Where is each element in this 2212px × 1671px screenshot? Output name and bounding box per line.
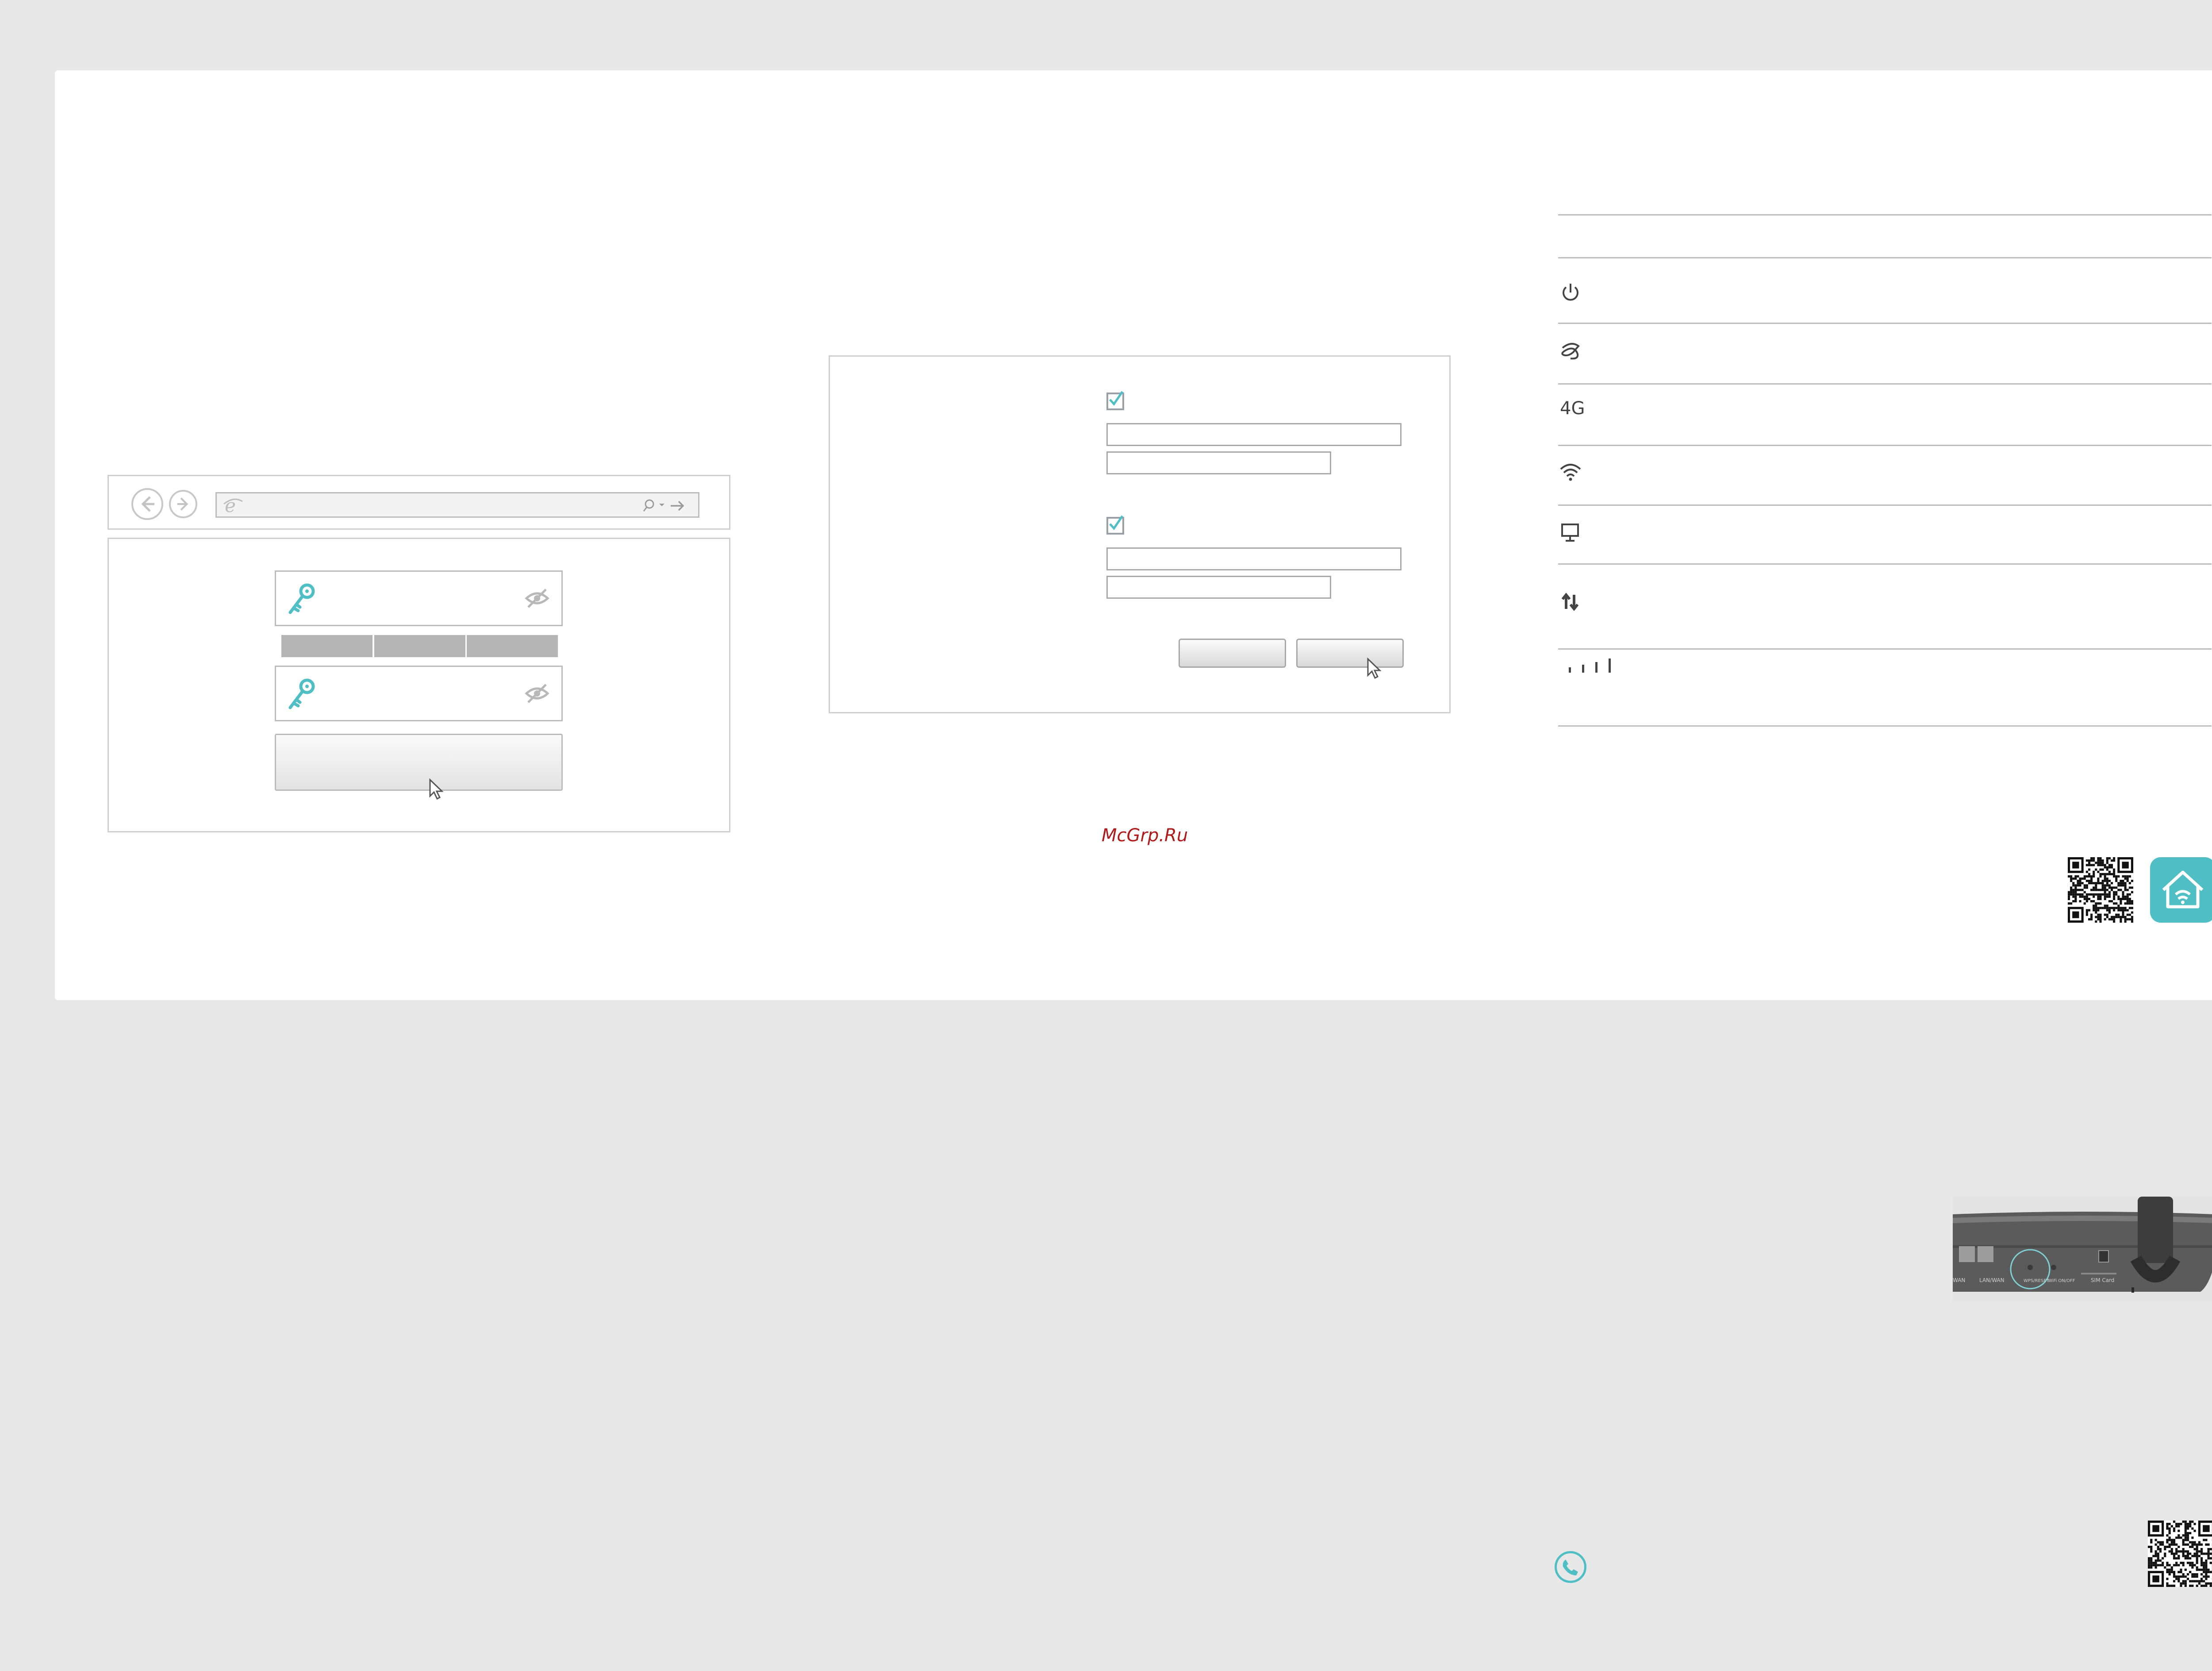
dropdown-icon[interactable] [658,501,665,508]
key-icon [288,678,315,709]
strength-bar-low [281,635,373,657]
hide-password-icon[interactable] [524,587,550,610]
mouse-cursor-icon [1367,658,1382,679]
strength-bar-high [467,635,558,657]
led-row-divider [1558,323,2212,324]
submit-button[interactable] [275,734,563,800]
confirm-password-field[interactable] [275,666,563,721]
led-table-bottom-line [1558,725,2212,727]
cancel-button[interactable] [1179,639,1286,668]
strength-bar-medium [374,635,465,657]
forward-button[interactable] [169,490,197,518]
check-icon [1109,391,1123,406]
svg-text:WiFi ON/OFF: WiFi ON/OFF [2048,1278,2075,1283]
password-2g-input[interactable] [1106,451,1331,474]
led-row-divider [1558,504,2212,506]
forward-arrow-icon [177,497,188,511]
power-icon [1563,284,1578,301]
svg-text:WPS/RESET: WPS/RESET [2024,1278,2050,1283]
mouse-cursor-icon [429,778,444,800]
go-arrow-icon[interactable] [669,498,686,514]
signal-icon [1569,658,1611,673]
phone-handset-icon [1563,1559,1578,1575]
save-button[interactable] [1296,639,1404,679]
hide-password-icon[interactable] [524,682,550,705]
home-wifi-icon [2162,870,2204,909]
tether-app-icon[interactable] [2150,857,2212,923]
led-row-divider [1558,563,2212,565]
led-row-divider [1558,445,2212,446]
ssid-5g-input[interactable] [1106,547,1402,570]
watermark-text: McGrp.Ru [1102,825,1188,846]
led-table-header-line [1558,257,2212,258]
password-5g-input[interactable] [1106,576,1331,599]
svg-text:WAN: WAN [1953,1277,1965,1283]
back-button[interactable] [131,488,163,520]
led-row-divider [1558,383,2212,385]
key-icon [288,583,315,614]
band-5g-checkbox[interactable] [1106,515,1124,535]
qr-code-image [2148,1521,2212,1587]
led-row-divider [1558,648,2212,650]
band-2g-checkbox[interactable] [1106,391,1124,410]
search-icon[interactable] [641,498,657,514]
led-table-top-line [1558,214,2212,216]
ssid-2g-input[interactable] [1106,423,1402,446]
wan-lan-icon [1561,593,1579,611]
router-rear-photo: WAN LAN/WAN WPS/RESET WiFi ON/OFF SIM Ca… [1953,1197,2212,1302]
check-icon [1109,515,1123,531]
qr-code-image [2068,857,2133,923]
browser-logo-icon: e [223,495,243,516]
address-bar[interactable]: e [215,492,699,518]
internet-icon [1561,343,1580,360]
svg-text:LAN/WAN: LAN/WAN [1979,1277,2005,1283]
back-arrow-icon [141,496,154,512]
svg-text:SIM Card: SIM Card [2091,1277,2114,1283]
4g-icon: 4G [1560,398,1585,419]
new-password-field[interactable] [275,570,563,626]
phone-icon [1555,1551,1586,1583]
lan-icon [1561,524,1579,542]
svg-text:e: e [225,495,236,516]
wifi-icon [1560,464,1581,481]
